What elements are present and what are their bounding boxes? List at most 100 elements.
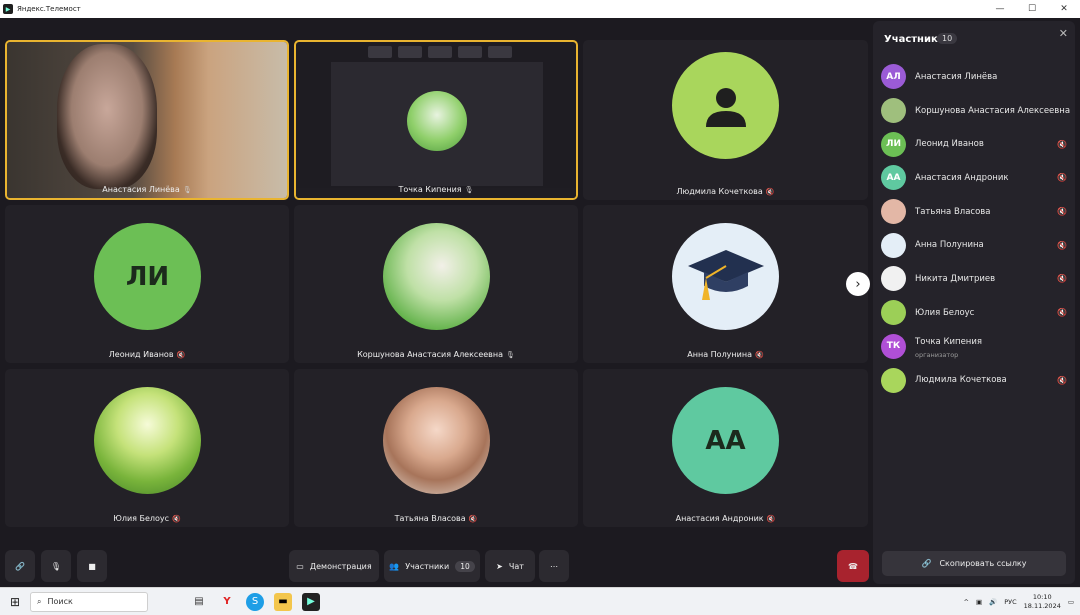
- network-icon: ▣: [975, 597, 983, 606]
- participant-item[interactable]: ТК Точка Кипения организатор: [881, 330, 1071, 364]
- participants-list: АЛ Анастасия Линёва Коршунова Анастасия Ал…: [881, 60, 1071, 397]
- close-window-button[interactable]: ✕: [1048, 0, 1080, 18]
- mic-muted-icon: 🔇: [1057, 375, 1067, 385]
- participant-item[interactable]: Татьяна Власова 🔇: [881, 195, 1071, 229]
- tile-name: Людмила Кочеткова: [676, 187, 763, 196]
- chat-label: Чат: [508, 561, 524, 571]
- telemost-icon: ▶: [3, 4, 13, 14]
- participants-panel: Участники 10 ✕ АЛ Анастасия Линёва Коршуно…: [873, 21, 1075, 584]
- participant-name: Анастасия Линёва: [915, 71, 998, 82]
- chevron-up-icon[interactable]: ^: [964, 598, 969, 606]
- participant-avatar: [881, 199, 906, 225]
- window-titlebar: ▶ Яндекс.Телемост — ☐ ✕: [0, 0, 1080, 18]
- profile-photo: [94, 387, 201, 494]
- participant-avatar: АА: [881, 165, 906, 191]
- tile-name: Анастасия Линёва: [102, 185, 180, 194]
- copy-link-button[interactable]: 🔗 Скопировать ссылку: [882, 551, 1066, 576]
- more-icon: ⋯: [550, 561, 558, 571]
- participant-name: Никита Дмитриев: [915, 273, 996, 284]
- notifications-icon[interactable]: ▭: [1068, 598, 1074, 606]
- copy-link-label: Скопировать ссылку: [939, 559, 1027, 568]
- participant-avatar: ТК: [881, 333, 906, 359]
- participant-name: Анна Полунина: [915, 240, 984, 251]
- participant-item[interactable]: Коршунова Анастасия Алексеевна: [881, 94, 1071, 128]
- mic-muted-icon: 🔇: [172, 515, 181, 523]
- video-tile[interactable]: Людмила Кочеткова 🔇: [583, 40, 868, 200]
- participant-avatar: [881, 300, 906, 326]
- participant-item[interactable]: АА Анастасия Андроник 🔇: [881, 161, 1071, 195]
- window-title: Яндекс.Телемост: [17, 5, 81, 13]
- participant-item[interactable]: ЛИ Леонид Иванов 🔇: [881, 127, 1071, 161]
- screenshare-content: [331, 62, 543, 186]
- clock-date: 18.11.2024: [1023, 601, 1061, 610]
- file-explorer-icon[interactable]: ▬: [274, 592, 292, 611]
- participant-item[interactable]: Людмила Кочеткова 🔇: [881, 363, 1071, 397]
- volume-icon[interactable]: 🔊: [989, 598, 997, 606]
- video-tile[interactable]: Татьяна Власова 🔇: [294, 369, 578, 527]
- system-tray: ^ ▣ 🔊 РУС 10:10 18.11.2024 ▭: [964, 593, 1075, 611]
- participant-item[interactable]: Никита Дмитриев 🔇: [881, 262, 1071, 296]
- screen-share-button[interactable]: ▭ Демонстрация: [289, 550, 379, 582]
- camera-button[interactable]: ■: [77, 550, 107, 582]
- link-icon: 🔗: [921, 559, 932, 568]
- participant-name: Леонид Иванов: [915, 139, 984, 150]
- video-tile[interactable]: Юлия Белоус 🔇: [5, 369, 289, 527]
- more-button[interactable]: ⋯: [539, 550, 569, 582]
- tile-name: Точка Кипения: [398, 185, 462, 194]
- screenshare-thumbnails: [368, 46, 512, 58]
- participant-avatar: [881, 367, 906, 393]
- participant-avatar: [881, 266, 906, 292]
- conference-app: Анастасия Линёва 🎙 Точка Кипения 🎙 Людмила…: [0, 18, 1080, 587]
- maximize-button[interactable]: ☐: [1016, 0, 1048, 18]
- chat-button[interactable]: ➤ Чат: [485, 550, 535, 582]
- close-panel-button[interactable]: ✕: [1059, 27, 1068, 40]
- video-tile[interactable]: Коршунова Анастасия Алексеевна 🎙: [294, 205, 578, 363]
- profile-photo: [383, 387, 490, 494]
- mic-muted-icon: 🔇: [766, 515, 776, 523]
- yandex-browser-icon[interactable]: Y: [218, 593, 236, 611]
- mic-muted-icon: 🔇: [1057, 173, 1067, 183]
- video-tile[interactable]: ЛИ Леонид Иванов 🔇: [5, 205, 289, 363]
- next-page-button[interactable]: ›: [846, 272, 870, 296]
- tile-name: Коршунова Анастасия Алексеевна: [357, 350, 504, 359]
- mic-muted-icon: 🔇: [1057, 139, 1067, 149]
- windows-start-button[interactable]: ⊞: [0, 595, 30, 609]
- mic-muted-icon: 🔇: [1057, 207, 1067, 217]
- graduation-cap-icon: [672, 223, 779, 330]
- language-indicator[interactable]: РУС: [1004, 598, 1016, 606]
- video-tile[interactable]: Анна Полунина 🔇: [583, 205, 868, 363]
- screenshare-avatar: [407, 91, 467, 151]
- call-toolbar: 🔗 🎙 ■ ▭ Демонстрация 👥 Участники 10 ➤ Чат ⋯ …: [0, 550, 873, 585]
- participant-name: Татьяна Власова: [915, 206, 991, 217]
- minimize-button[interactable]: —: [984, 0, 1016, 18]
- person-silhouette-icon: [672, 52, 779, 159]
- participants-title: Участники: [884, 34, 945, 45]
- skype-icon[interactable]: S: [246, 592, 264, 611]
- microphone-button[interactable]: 🎙: [41, 550, 71, 582]
- link-button[interactable]: 🔗: [5, 550, 35, 582]
- participants-button-label: Участники: [405, 561, 450, 571]
- mic-muted-icon: 🔇: [468, 515, 478, 523]
- participant-item[interactable]: Анна Полунина 🔇: [881, 228, 1071, 262]
- telemost-taskbar-icon[interactable]: ▶: [302, 592, 320, 611]
- video-tile[interactable]: Точка Кипения 🎙: [294, 40, 578, 200]
- taskbar-search[interactable]: ⌕ Поиск: [30, 591, 148, 612]
- video-tile[interactable]: Анастасия Линёва 🎙: [5, 40, 289, 200]
- send-icon: ➤: [496, 561, 503, 571]
- task-view-icon[interactable]: ▤: [190, 593, 208, 611]
- camera-icon: ■: [88, 561, 96, 571]
- search-icon: ⌕: [37, 596, 42, 606]
- participants-button[interactable]: 👥 Участники 10: [384, 550, 480, 582]
- participant-item[interactable]: АЛ Анастасия Линёва: [881, 60, 1071, 94]
- tile-name: Татьяна Власова: [394, 514, 466, 523]
- participant-name: Людмила Кочеткова: [915, 375, 1007, 386]
- participant-avatar: ЛИ: [881, 131, 906, 157]
- hang-up-button[interactable]: ☎: [837, 550, 869, 582]
- screen-share-label: Демонстрация: [309, 561, 372, 571]
- video-tile[interactable]: АА Анастасия Андроник 🔇: [583, 369, 868, 527]
- participant-name: Точка Кипения: [915, 337, 982, 348]
- clock[interactable]: 10:10 18.11.2024: [1024, 593, 1061, 611]
- mic-muted-icon: 🔇: [1057, 274, 1067, 284]
- participants-count: 10: [937, 33, 958, 44]
- participant-item[interactable]: Юлия Белоус 🔇: [881, 296, 1071, 330]
